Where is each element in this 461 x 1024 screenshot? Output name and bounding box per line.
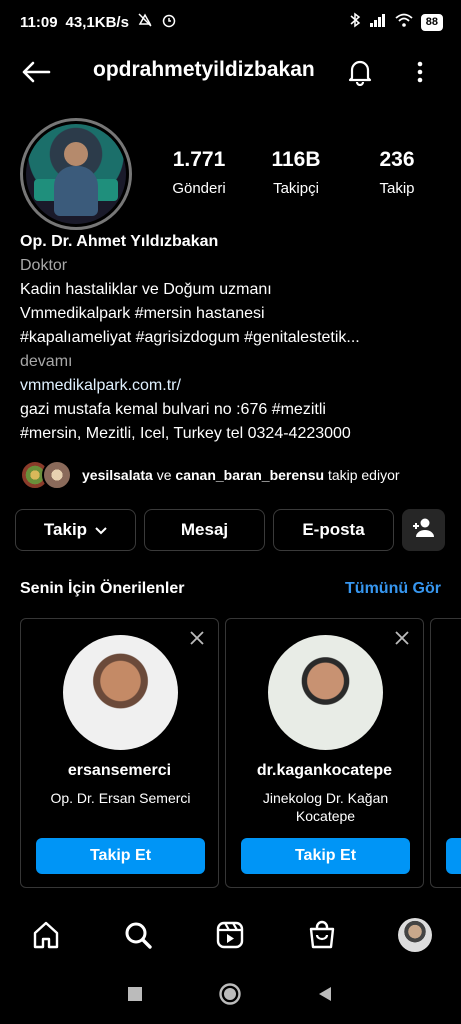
bottom-navigation: [0, 905, 461, 965]
suggestion-card[interactable]: dr.kagankocatepe Jinekolog Dr. Kağan Koc…: [225, 618, 424, 888]
suggestion-username[interactable]: ersansemerci: [21, 762, 218, 780]
suggestion-subtitle: Jinekolog Dr. Kağan Kocatepe: [262, 790, 389, 824]
back-button-icon[interactable]: [313, 982, 337, 1006]
silent-icon: [137, 12, 153, 32]
profile-actions: Takip Mesaj E-posta: [15, 509, 446, 551]
suggestions-header: Senin İçin Önerilenler Tümünü Gör: [20, 580, 441, 598]
following-value: 236: [379, 148, 415, 171]
message-button[interactable]: Mesaj: [144, 509, 265, 551]
website-link[interactable]: vmmedikalpark.com.tr/: [20, 374, 445, 398]
chevron-down-icon: [95, 520, 107, 540]
home-button-icon[interactable]: [218, 982, 242, 1006]
suggestion-avatar[interactable]: [268, 635, 383, 750]
followers-value: 116B: [271, 148, 321, 171]
bio-more-link[interactable]: devamı: [20, 350, 445, 374]
bio-line: Kadin hastaliklar ve Doğum uzmanı: [20, 281, 272, 298]
profile-header: opdrahmetyildizbakan: [0, 48, 461, 96]
follow-button-partial[interactable]: [446, 838, 461, 874]
profile-category: Doktor: [20, 257, 68, 274]
recent-apps-icon[interactable]: [123, 982, 147, 1006]
add-user-icon: [412, 518, 436, 543]
profile-bio: Op. Dr. Ahmet Yıldızbakan Doktor Kadin h…: [20, 230, 445, 446]
profile-avatar[interactable]: [20, 118, 132, 230]
shop-icon[interactable]: [304, 917, 340, 953]
alarm-icon: [161, 12, 177, 32]
posts-count[interactable]: 1.771 Gönderi: [155, 148, 243, 197]
add-user-button[interactable]: [402, 509, 445, 551]
bio-line: Vmmedikalpark #mersin hastanesi: [20, 305, 265, 322]
bio-address: #mersin, Mezitli, Icel, Turkey tel 0324-…: [20, 425, 351, 442]
profile-stats: 1.771 Gönderi 116B Takipçi 236 Takip: [155, 148, 445, 197]
close-icon[interactable]: [391, 627, 413, 649]
profile-full-name: Op. Dr. Ahmet Yıldızbakan: [20, 233, 219, 250]
bio-address: gazi mustafa kemal bulvari no :676 #mezi…: [20, 401, 326, 418]
close-icon[interactable]: [186, 627, 208, 649]
network-speed: 43,1KB/s: [65, 13, 129, 31]
profile-username-title: opdrahmetyildizbakan: [93, 58, 315, 81]
signal-icon: [369, 13, 387, 31]
suggestion-cards: ersansemerci Op. Dr. Ersan Semerci Takip…: [20, 618, 461, 888]
see-all-link[interactable]: Tümünü Gör: [345, 580, 441, 598]
status-bar: 11:09 43,1KB/s 88: [0, 0, 461, 44]
bio-line: #kapalıameliyat #agrisizdogum #genitales…: [20, 329, 360, 346]
suggestion-card[interactable]: ersansemerci Op. Dr. Ersan Semerci Takip…: [20, 618, 219, 888]
wifi-icon: [395, 13, 413, 31]
followers-label: Takipçi: [273, 180, 319, 197]
following-dropdown-button[interactable]: Takip: [15, 509, 136, 551]
email-button[interactable]: E-posta: [273, 509, 394, 551]
followed-by-text: yesilsalata ve canan_baran_berensu takip…: [82, 467, 400, 483]
follow-button[interactable]: Takip Et: [36, 838, 205, 874]
system-navigation-bar: [0, 968, 461, 1018]
profile-nav-avatar[interactable]: [397, 917, 433, 953]
follower-avatar: [42, 460, 72, 490]
status-time: 11:09: [20, 13, 58, 31]
following-button-label: Takip: [43, 520, 88, 539]
reels-icon[interactable]: [212, 917, 248, 953]
bluetooth-icon: [349, 12, 361, 32]
suggestion-subtitle: Op. Dr. Ersan Semerci: [50, 790, 191, 806]
followed-by-row[interactable]: yesilsalata ve canan_baran_berensu takip…: [20, 459, 445, 491]
suggestion-card-partial[interactable]: [430, 618, 461, 888]
notification-bell-icon[interactable]: [344, 56, 376, 88]
suggestion-avatar[interactable]: [63, 635, 178, 750]
battery-indicator: 88: [420, 13, 443, 31]
more-options-icon[interactable]: [406, 56, 434, 88]
suggestions-title: Senin İçin Önerilenler: [20, 580, 185, 597]
following-count[interactable]: 236 Takip: [349, 148, 445, 197]
suggestion-username[interactable]: dr.kagankocatepe: [226, 762, 423, 780]
followers-count[interactable]: 116B Takipçi: [243, 148, 349, 197]
home-icon[interactable]: [28, 917, 64, 953]
search-icon[interactable]: [120, 917, 156, 953]
posts-value: 1.771: [172, 148, 226, 171]
following-label: Takip: [379, 180, 415, 197]
back-arrow-icon[interactable]: [18, 58, 54, 86]
follow-button[interactable]: Takip Et: [241, 838, 410, 874]
posts-label: Gönderi: [172, 180, 226, 197]
